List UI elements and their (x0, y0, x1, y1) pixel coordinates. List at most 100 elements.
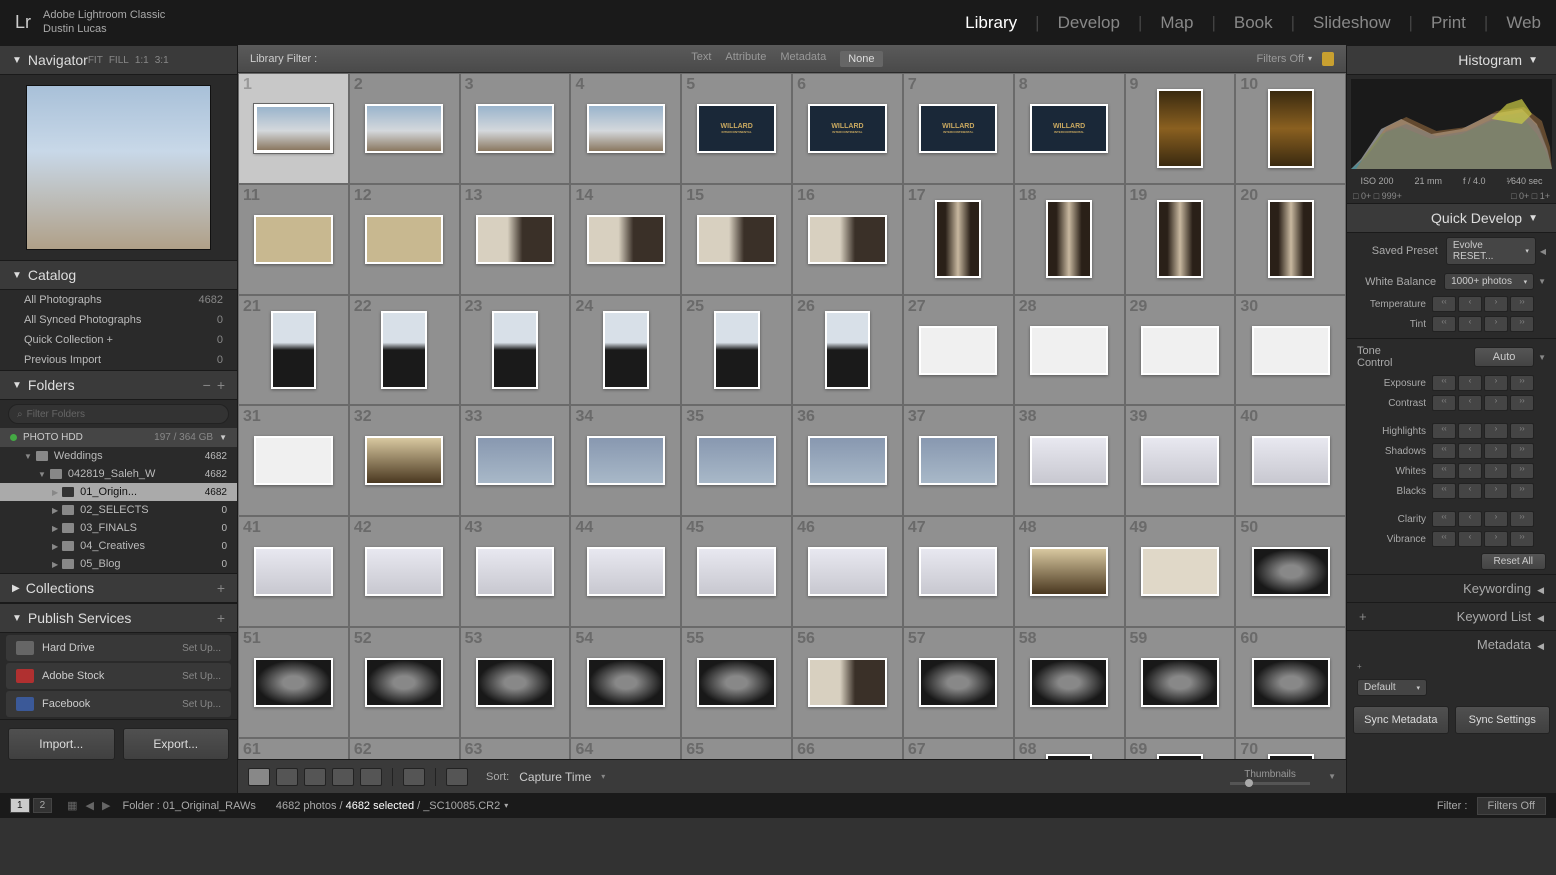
reset-all-button[interactable]: Reset All (1481, 553, 1546, 570)
adjust-button[interactable]: ‹ (1458, 463, 1482, 479)
nav-size-1:1[interactable]: 1:1 (135, 55, 149, 66)
adjust-button[interactable]: ›› (1510, 483, 1534, 499)
thumbnail-cell[interactable]: 53 (460, 627, 571, 738)
thumbnail-cell[interactable]: 44 (570, 516, 681, 627)
adjust-button[interactable]: ‹ (1458, 296, 1482, 312)
catalog-item[interactable]: Previous Import0 (0, 350, 237, 370)
thumbnail-cell[interactable]: 24 (570, 295, 681, 406)
module-print[interactable]: Print (1431, 13, 1466, 33)
thumbnail-cell[interactable]: 69 (1125, 738, 1236, 759)
thumbnail-cell[interactable]: 18 (1014, 184, 1125, 295)
thumbnail-cell[interactable]: 54 (570, 627, 681, 738)
thumbnail-cell[interactable]: 41 (238, 516, 349, 627)
status-filter-dropdown[interactable]: Filters Off (1477, 797, 1546, 815)
adjust-button[interactable]: ‹‹ (1432, 531, 1456, 547)
nav-size-3:1[interactable]: 3:1 (155, 55, 169, 66)
adjust-button[interactable]: ›› (1510, 375, 1534, 391)
thumbnail-cell[interactable]: 11 (238, 184, 349, 295)
thumbnail-cell[interactable]: 59 (1125, 627, 1236, 738)
thumbnail-cell[interactable]: 8WILLARDINTERCONTINENTAL (1014, 73, 1125, 184)
filters-off-dropdown[interactable]: Filters Off (1256, 53, 1303, 65)
adjust-button[interactable]: ‹ (1458, 316, 1482, 332)
lock-icon[interactable] (1322, 52, 1334, 66)
compare-view-icon[interactable] (304, 768, 326, 786)
thumbnail-cell[interactable]: 30 (1235, 295, 1346, 406)
thumbnail-cell[interactable]: 52 (349, 627, 460, 738)
thumbnail-cell[interactable]: 34 (570, 405, 681, 516)
catalog-item[interactable]: All Synced Photographs0 (0, 310, 237, 330)
adjust-button[interactable]: ‹‹ (1432, 511, 1456, 527)
thumbnail-cell[interactable]: 22 (349, 295, 460, 406)
plus-icon[interactable]: + (217, 610, 225, 626)
folder-item[interactable]: ▼Weddings4682 (0, 447, 237, 465)
adjust-button[interactable]: ›› (1510, 296, 1534, 312)
adjust-button[interactable]: ‹‹ (1432, 375, 1456, 391)
thumbnail-cell[interactable]: 35 (681, 405, 792, 516)
thumbnail-cell[interactable]: 64 (570, 738, 681, 759)
histogram-header[interactable]: Histogram ▼ (1347, 45, 1556, 75)
thumbnail-cell[interactable]: 57 (903, 627, 1014, 738)
module-develop[interactable]: Develop (1058, 13, 1120, 33)
thumbnail-cell[interactable]: 6WILLARDINTERCONTINENTAL (792, 73, 903, 184)
thumbnail-cell[interactable]: 14 (570, 184, 681, 295)
thumbnail-cell[interactable]: 42 (349, 516, 460, 627)
adjust-button[interactable]: › (1484, 463, 1508, 479)
adjust-button[interactable]: ‹‹ (1432, 395, 1456, 411)
folder-item[interactable]: ▶04_Creatives0 (0, 537, 237, 555)
thumbnail-cell[interactable]: 38 (1014, 405, 1125, 516)
thumbnail-cell[interactable]: 28 (1014, 295, 1125, 406)
thumbnail-cell[interactable]: 58 (1014, 627, 1125, 738)
histogram-display[interactable] (1351, 79, 1552, 169)
export-button[interactable]: Export... (123, 728, 230, 760)
thumbnail-cell[interactable]: 17 (903, 184, 1014, 295)
folder-search-input[interactable]: ⌕ Filter Folders (8, 404, 229, 424)
grid-view-icon[interactable] (248, 768, 270, 786)
thumbnail-cell[interactable]: 3 (460, 73, 571, 184)
sort-direction-icon[interactable] (446, 768, 468, 786)
adjust-button[interactable]: › (1484, 483, 1508, 499)
thumbnail-cell[interactable]: 68 (1014, 738, 1125, 759)
folders-header[interactable]: ▼ Folders − + (0, 370, 237, 400)
loupe-view-icon[interactable] (276, 768, 298, 786)
thumbnail-cell[interactable]: 49 (1125, 516, 1236, 627)
white-balance-dropdown[interactable]: 1000+ photos▾ (1444, 273, 1534, 290)
setup-link[interactable]: Set Up... (182, 671, 221, 682)
adjust-button[interactable]: › (1484, 511, 1508, 527)
adjust-button[interactable]: › (1484, 395, 1508, 411)
filter-tab-none[interactable]: None (840, 51, 882, 67)
setup-link[interactable]: Set Up... (182, 643, 221, 654)
thumbnail-cell[interactable]: 63 (460, 738, 571, 759)
thumbnail-cell[interactable]: 29 (1125, 295, 1236, 406)
folder-item[interactable]: ▶01_Origin...4682 (0, 483, 237, 501)
metadata-header[interactable]: Metadata◀ (1347, 630, 1556, 658)
thumbnail-cell[interactable]: 61 (238, 738, 349, 759)
nav-forward-icon[interactable]: ▶ (102, 799, 110, 812)
grid-small-icon[interactable]: ▦ (67, 799, 77, 812)
thumbnail-cell[interactable]: 45 (681, 516, 792, 627)
thumbnail-cell[interactable]: 13 (460, 184, 571, 295)
adjust-button[interactable]: ‹‹ (1432, 483, 1456, 499)
adjust-button[interactable]: › (1484, 296, 1508, 312)
page-2-button[interactable]: 2 (33, 798, 53, 813)
thumbnail-cell[interactable]: 62 (349, 738, 460, 759)
folder-item[interactable]: ▶02_SELECTS0 (0, 501, 237, 519)
adjust-button[interactable]: ‹‹ (1432, 463, 1456, 479)
thumbnail-cell[interactable]: 31 (238, 405, 349, 516)
nav-size-fit[interactable]: FIT (88, 55, 103, 66)
adjust-button[interactable]: ›› (1510, 395, 1534, 411)
thumbnail-cell[interactable]: 7WILLARDINTERCONTINENTAL (903, 73, 1014, 184)
adjust-button[interactable]: ›› (1510, 443, 1534, 459)
thumbnail-cell[interactable]: 43 (460, 516, 571, 627)
adjust-button[interactable]: ‹‹ (1432, 296, 1456, 312)
plus-icon[interactable]: + (217, 580, 225, 596)
catalog-header[interactable]: ▼ Catalog (0, 260, 237, 290)
adjust-button[interactable]: ‹ (1458, 531, 1482, 547)
module-library[interactable]: Library (965, 13, 1017, 33)
thumbnail-cell[interactable]: 25 (681, 295, 792, 406)
thumbnail-cell[interactable]: 23 (460, 295, 571, 406)
metadata-preset-dropdown[interactable]: Default▾ (1357, 679, 1427, 696)
thumbnail-cell[interactable]: 12 (349, 184, 460, 295)
chevron-down-icon[interactable]: ▼ (1328, 772, 1336, 781)
thumbnail-cell[interactable]: 37 (903, 405, 1014, 516)
folder-item[interactable]: ▶05_Blog0 (0, 555, 237, 573)
